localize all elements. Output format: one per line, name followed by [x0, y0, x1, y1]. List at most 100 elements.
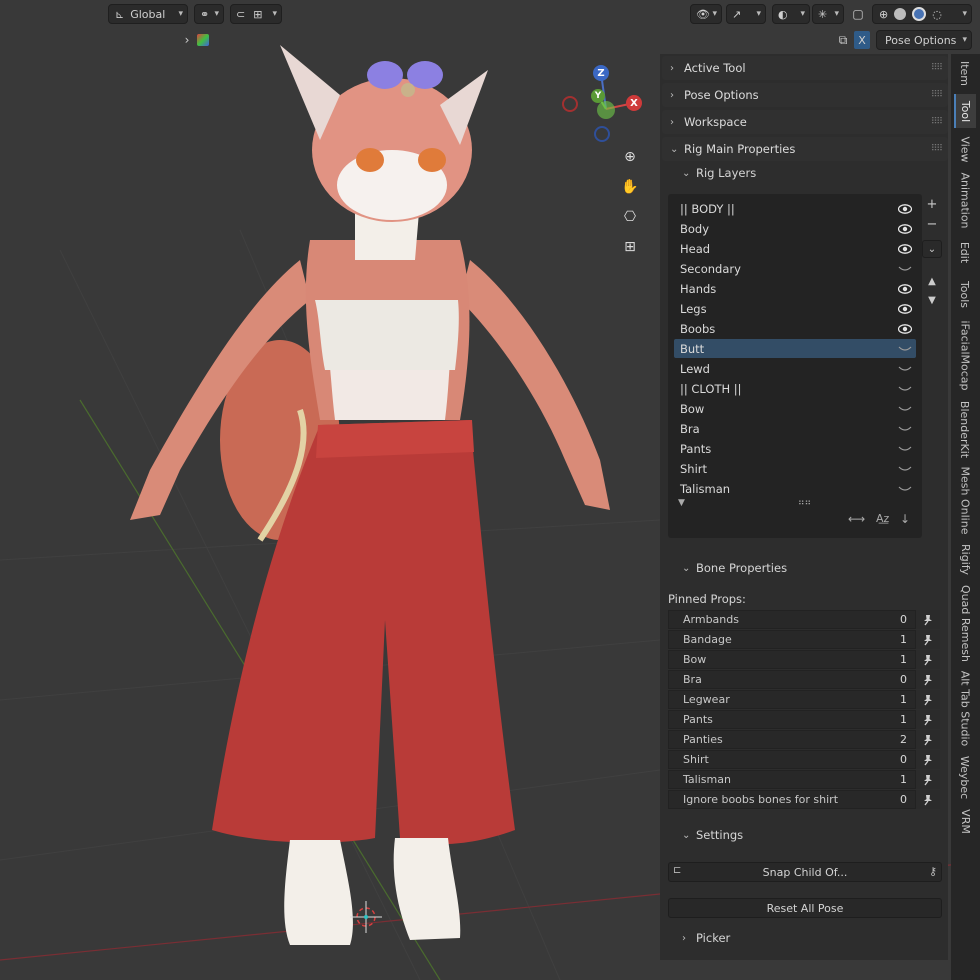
rig-layer-row[interactable]: Bra	[674, 419, 916, 438]
pin-icon[interactable]	[916, 710, 940, 729]
add-layer-button[interactable]: +	[922, 195, 942, 213]
prop-value-field[interactable]: Bra 0	[668, 670, 916, 689]
rig-layer-row[interactable]: || CLOTH ||	[674, 379, 916, 398]
pin-icon[interactable]	[916, 790, 940, 809]
eye-closed-icon[interactable]	[898, 402, 912, 416]
rig-layer-row[interactable]: Butt	[674, 339, 916, 358]
material-preview-icon[interactable]	[912, 7, 927, 21]
gizmo-neg-y-axis[interactable]	[597, 101, 615, 119]
section-active-tool[interactable]: › Active Tool ⠿⠿	[662, 56, 948, 80]
pan-hand-icon[interactable]: ✋	[618, 175, 642, 199]
key-icon[interactable]: ⚷	[929, 865, 937, 878]
sort-alpha-icon[interactable]: A͟z	[876, 512, 889, 525]
tab-tool[interactable]: Tool	[954, 94, 976, 128]
drag-handle-icon[interactable]: ⠿⠿	[931, 63, 943, 73]
pin-icon[interactable]	[916, 630, 940, 649]
shading-modes[interactable]: ⊕ ◌ ▾	[872, 4, 972, 24]
eye-open-icon[interactable]	[898, 202, 912, 216]
xray-toggle[interactable]: ▢	[848, 4, 868, 24]
pose-options-dropdown[interactable]: Pose Options ▾	[876, 30, 972, 50]
tab-mesh-online[interactable]: Mesh Online	[954, 464, 976, 536]
reset-all-pose-button[interactable]: Reset All Pose	[668, 898, 942, 918]
rig-layer-row[interactable]: Boobs	[674, 319, 916, 338]
gizmo-neg-z-axis[interactable]	[594, 126, 610, 142]
tab-quad-remesh[interactable]: Quad Remesh	[954, 582, 976, 664]
rig-layer-row[interactable]: Lewd	[674, 359, 916, 378]
settings-header[interactable]: ⌄ Settings	[682, 828, 743, 842]
eye-open-icon[interactable]	[898, 302, 912, 316]
expand-arrow-icon[interactable]: ›	[180, 32, 194, 48]
layer-specials-button[interactable]: ⌄	[922, 240, 942, 258]
eye-closed-icon[interactable]	[898, 442, 912, 456]
tab-item[interactable]: Item	[954, 54, 976, 92]
pin-icon[interactable]	[916, 650, 940, 669]
rig-layer-row[interactable]: Body	[674, 219, 916, 238]
rig-layer-row[interactable]: Bow	[674, 399, 916, 418]
eye-open-icon[interactable]	[898, 322, 912, 336]
zoom-icon[interactable]: ⊕	[618, 145, 642, 169]
tab-edit[interactable]: Edit	[954, 232, 976, 272]
drag-handle-icon[interactable]: ⠿⠿	[931, 144, 943, 154]
rig-layers-header[interactable]: ⌄ Rig Layers	[682, 166, 756, 180]
transform-orientation-dropdown[interactable]: ⊾ Global ▾	[108, 4, 188, 24]
rig-layer-row[interactable]: Head	[674, 239, 916, 258]
tab-weybec[interactable]: Weybec	[954, 752, 976, 802]
tab-alt-tab-studio[interactable]: Alt Tab Studio	[954, 666, 976, 750]
tab-rigify[interactable]: Rigify	[954, 538, 976, 580]
drag-handle-icon[interactable]: ⠿⠿	[931, 90, 943, 100]
list-resize-handle-icon[interactable]: ⠶⠶	[798, 498, 811, 508]
section-pose-options[interactable]: › Pose Options ⠿⠿	[662, 83, 948, 107]
move-down-button[interactable]: ▼	[922, 291, 942, 309]
gizmo-dropdown[interactable]: ↗ ▾	[726, 4, 766, 24]
prop-value-field[interactable]: Legwear 1	[668, 690, 916, 709]
eye-closed-icon[interactable]	[898, 342, 912, 356]
tab-view[interactable]: View	[954, 130, 976, 168]
grid-perspective-icon[interactable]: ⊞	[618, 235, 642, 259]
eye-closed-icon[interactable]	[898, 422, 912, 436]
filter-toggle-icon[interactable]: ⟷	[848, 512, 865, 526]
prop-value-field[interactable]: Shirt 0	[668, 750, 916, 769]
prop-value-field[interactable]: Talisman 1	[668, 770, 916, 789]
eye-open-icon[interactable]	[898, 242, 912, 256]
rig-layer-row[interactable]: Legs	[674, 299, 916, 318]
snapping-dropdown[interactable]: ⊂ ⊞ ▾	[230, 4, 282, 24]
rig-layer-row[interactable]: Talisman	[674, 479, 916, 498]
wireframe-icon[interactable]: ⊕	[879, 8, 888, 21]
rig-layer-row[interactable]: || BODY ||	[674, 199, 916, 218]
eye-closed-icon[interactable]	[898, 362, 912, 376]
camera-icon[interactable]: ⎔	[618, 205, 642, 229]
tab-ifacialmocap[interactable]: iFacialMocap	[954, 316, 976, 394]
visibility-dropdown[interactable]: 👁 ▾	[690, 4, 722, 24]
eye-closed-icon[interactable]	[898, 382, 912, 396]
prop-value-field[interactable]: Pants 1	[668, 710, 916, 729]
snap-child-of-button[interactable]: ⊏ Snap Child Of... ⚷	[668, 862, 942, 882]
eye-closed-icon[interactable]	[898, 482, 912, 496]
rig-layer-row[interactable]: Pants	[674, 439, 916, 458]
gizmo-z-axis[interactable]: Z	[593, 65, 609, 81]
list-expand-icon[interactable]: ▼	[678, 498, 685, 508]
x-mirror-toggle[interactable]: X	[854, 31, 870, 49]
picker-header[interactable]: › Picker	[682, 931, 730, 945]
bone-properties-header[interactable]: ⌄ Bone Properties	[682, 561, 787, 575]
rendered-icon[interactable]: ◌	[932, 8, 942, 21]
rig-layers-list[interactable]: || BODY || Body Head Secondary Hands Legs Boob…	[668, 194, 922, 538]
gizmo-neg-x-axis[interactable]	[562, 96, 578, 112]
rig-layer-row[interactable]: Secondary	[674, 259, 916, 278]
drag-handle-icon[interactable]: ⠿⠿	[931, 117, 943, 127]
rig-layer-row[interactable]: Hands	[674, 279, 916, 298]
solid-icon[interactable]	[894, 8, 907, 20]
eye-open-icon[interactable]	[898, 222, 912, 236]
prop-value-field[interactable]: Bandage 1	[668, 630, 916, 649]
tab-vrm[interactable]: VRM	[954, 804, 976, 838]
remove-layer-button[interactable]: −	[922, 215, 942, 233]
rig-layer-row[interactable]: Shirt	[674, 459, 916, 478]
pin-icon[interactable]	[916, 770, 940, 789]
prop-value-field[interactable]: Panties 2	[668, 730, 916, 749]
eye-closed-icon[interactable]	[898, 262, 912, 276]
pin-icon[interactable]	[916, 750, 940, 769]
eye-closed-icon[interactable]	[898, 462, 912, 476]
overlays-dropdown[interactable]: ◐ ▾	[772, 4, 810, 24]
pin-icon[interactable]	[916, 670, 940, 689]
gizmo-x-axis[interactable]: X	[626, 95, 642, 111]
prop-value-field[interactable]: Armbands 0	[668, 610, 916, 629]
